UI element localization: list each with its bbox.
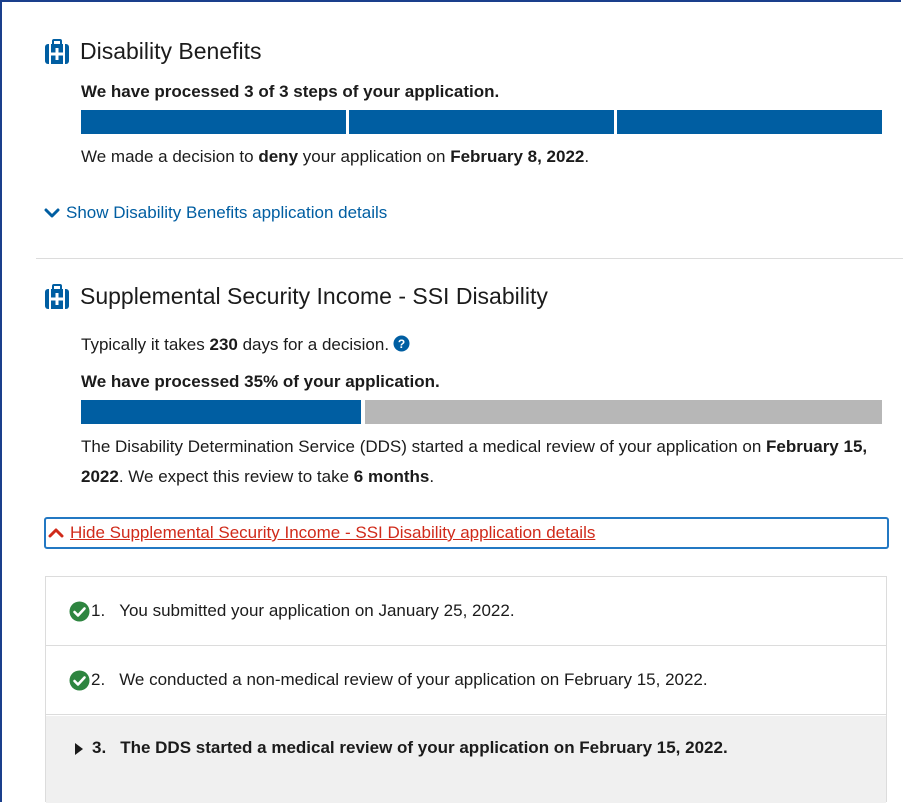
question-circle-icon[interactable]: ? [393,335,410,352]
list-item: 1. You submitted your application on Jan… [46,577,886,646]
check-circle-icon [69,670,90,690]
decision-word: deny [258,147,299,166]
triangle-right-icon [75,743,83,755]
list-item-expandable[interactable]: 3. The DDS started a medical review of y… [46,716,886,803]
hide-details-label: Hide Supplemental Security Income - SSI … [70,523,596,542]
disability-title-row: Disability Benefits [44,38,262,65]
disability-progress-bar [81,110,882,134]
list-item: 2. We conducted a non-medical review of … [46,646,886,715]
ssi-title: Supplemental Security Income - SSI Disab… [80,283,548,309]
chevron-down-icon [44,208,60,218]
disability-decision-text: We made a decision to deny your applicat… [81,147,590,166]
step-number: 3. [92,738,107,757]
ssi-typical-time: Typically it takes 230 days for a decisi… [81,330,881,360]
ssi-title-row: Supplemental Security Income - SSI Disab… [44,283,548,310]
ssi-review-text: The Disability Determination Service (DD… [81,437,868,486]
progress-segment [81,110,346,134]
step-number: 2. [91,670,106,689]
step-text: The DDS started a medical review of your… [120,738,728,757]
ssi-steps-list: 1. You submitted your application on Jan… [45,576,887,803]
review-duration: 6 months [353,467,430,486]
typical-days: 230 [209,335,238,354]
progress-fill [81,400,361,424]
progress-segment [617,110,882,134]
progress-segment [349,110,614,134]
ssi-progress-bar [81,400,882,424]
step-text: You submitted your application on Januar… [119,601,515,620]
svg-text:?: ? [398,337,405,351]
disability-progress-text: We have processed 3 of 3 steps of your a… [81,82,500,101]
medical-briefcase-icon [45,38,69,64]
chevron-up-icon [48,528,64,538]
ssi-progress-text: We have processed 35% of your applicatio… [81,372,440,391]
hide-ssi-details-link[interactable]: Hide Supplemental Security Income - SSI … [44,517,889,549]
check-circle-icon [69,601,90,621]
progress-remaining [365,400,882,424]
step-number: 1. [91,601,106,620]
medical-briefcase-icon [45,283,69,309]
step-text: We conducted a non-medical review of you… [119,670,708,689]
show-details-label: Show Disability Benefits application det… [66,203,388,222]
decision-date: February 8, 2022 [450,147,585,166]
disability-title: Disability Benefits [80,38,262,64]
show-disability-details-link[interactable]: Show Disability Benefits application det… [44,203,387,223]
section-divider [36,258,903,259]
